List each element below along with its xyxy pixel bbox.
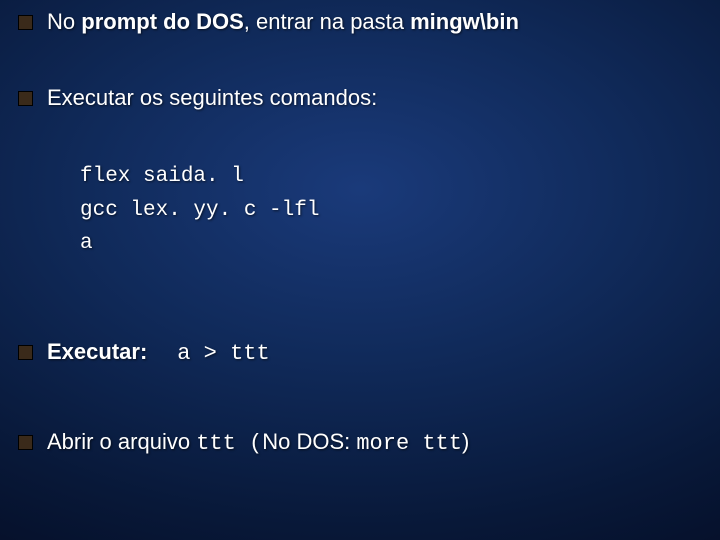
item3-label: Executar: <box>47 339 147 364</box>
square-bullet-icon <box>18 345 33 360</box>
item4-cmd: more ttt <box>356 431 462 456</box>
square-bullet-icon <box>18 91 33 106</box>
item1-bold1: prompt do DOS <box>81 9 244 34</box>
item2-text: Executar os seguintes comandos: <box>47 84 377 112</box>
item4-file: ttt <box>196 431 249 456</box>
item4-open: ( <box>249 431 262 456</box>
item3-text: Executar: a > ttt <box>47 338 270 368</box>
item1-pre: No <box>47 9 81 34</box>
bullet-item-3: Executar: a > ttt <box>18 338 270 368</box>
item4-pre: Abrir o arquivo <box>47 429 196 454</box>
bullet-item-2: Executar os seguintes comandos: <box>18 84 377 112</box>
item4-mid: No DOS: <box>262 429 356 454</box>
square-bullet-icon <box>18 435 33 450</box>
item4-text: Abrir o arquivo ttt (No DOS: more ttt) <box>47 428 469 458</box>
item4-close: ) <box>462 429 469 454</box>
bullet-item-1: No prompt do DOS, entrar na pasta mingw\… <box>18 8 519 36</box>
code-block: flex saida. l gcc lex. yy. c -lfl a <box>80 160 319 261</box>
item1-bold2: mingw\bin <box>410 9 519 34</box>
bullet-item-4: Abrir o arquivo ttt (No DOS: more ttt) <box>18 428 469 458</box>
item1-mid: , entrar na pasta <box>244 9 410 34</box>
item1-text: No prompt do DOS, entrar na pasta mingw\… <box>47 8 519 36</box>
item3-cmd: a > ttt <box>177 341 269 366</box>
square-bullet-icon <box>18 15 33 30</box>
